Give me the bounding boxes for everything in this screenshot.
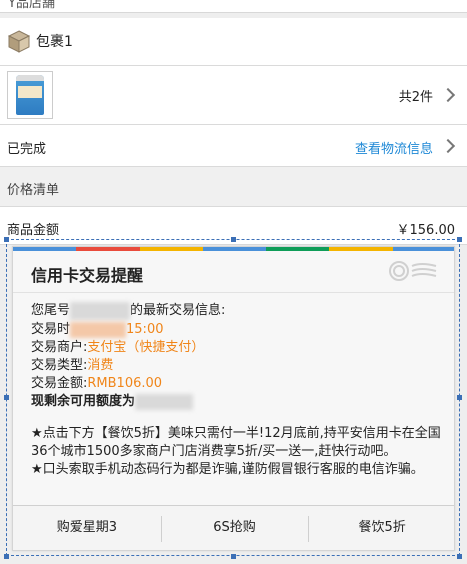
resize-handle [457,395,462,400]
notification-title: 信用卡交易提醒 [31,266,144,285]
card-color-stripe [13,247,454,251]
notification-action-bar: 购爱星期3 6S抢购 餐饮5折 [13,505,454,550]
credit-card-notification[interactable]: 信用卡交易提醒 您尾号 的最新交易信息: 交易时 15:00 交易商户:支付宝（快捷… [12,246,455,551]
package-row: 包裹1 [0,18,467,66]
transaction-time-value: 15:00 [126,322,164,337]
order-status-row[interactable]: 已完成 查看物流信息 [0,125,467,167]
transaction-amount-line: 交易金额:RMB106.00 [31,376,163,391]
masked-card-number [70,301,131,320]
transaction-time-line: 交易时 15:00 [31,321,164,338]
card-signal-logo-icon [389,261,437,281]
transaction-type-value: 消费 [87,358,114,373]
promo-text: ★点击下方【餐饮5折】美味只需付一半!12月底前,持平安信用卡在全国36个城市1… [31,425,441,479]
action-button-shopping-wednesday[interactable]: 购爱星期3 [13,506,161,550]
resize-handle [4,554,9,559]
promo-paragraph-fraud-warning: ★口头索取手机动态码行为都是诈骗,谨防假冒银行客服的电信诈骗。 [31,462,424,477]
transaction-amount-value: RMB106.00 [87,376,163,391]
resize-handle [4,237,9,242]
action-button-dining-discount[interactable]: 餐饮5折 [308,506,454,550]
package-icon [7,30,31,53]
store-header: Y品店舗 [0,0,467,13]
price-list-header: 价格清单 [0,167,467,207]
intro-line: 您尾号 的最新交易信息: [31,301,226,320]
chevron-right-icon [440,87,456,103]
merchant-line: 交易商户:支付宝（快捷支付） [31,340,205,355]
merchant-value: 支付宝（快捷支付） [87,340,205,355]
transaction-type-line: 交易类型:消费 [31,358,114,373]
available-credit-line: 现剩余可用额度为 [31,390,194,410]
goods-amount-value: ￥156.00 [396,223,456,238]
store-label: Y品店舗 [8,0,55,11]
price-list-title: 价格清单 [7,183,60,198]
resize-handle [4,395,9,400]
chevron-right-icon [440,138,456,154]
resize-handle [231,237,236,242]
action-button-6s-rush[interactable]: 6S抢购 [160,506,309,550]
order-status: 已完成 [7,142,47,157]
resize-handle [457,554,462,559]
resize-handle [231,554,236,559]
view-logistics-link[interactable]: 查看物流信息 [355,138,433,157]
package-label: 包裹1 [36,34,73,50]
product-thumbnail[interactable] [7,71,53,119]
goods-amount-label: 商品金额 [7,223,60,238]
resize-handle [457,237,462,242]
item-count: 共2件 [398,90,433,105]
product-row[interactable]: 共2件 [0,66,467,125]
masked-credit-amount [135,393,194,410]
promo-paragraph-dining: ★点击下方【餐饮5折】美味只需付一半!12月底前,持平安信用卡在全国36个城市1… [31,426,441,459]
